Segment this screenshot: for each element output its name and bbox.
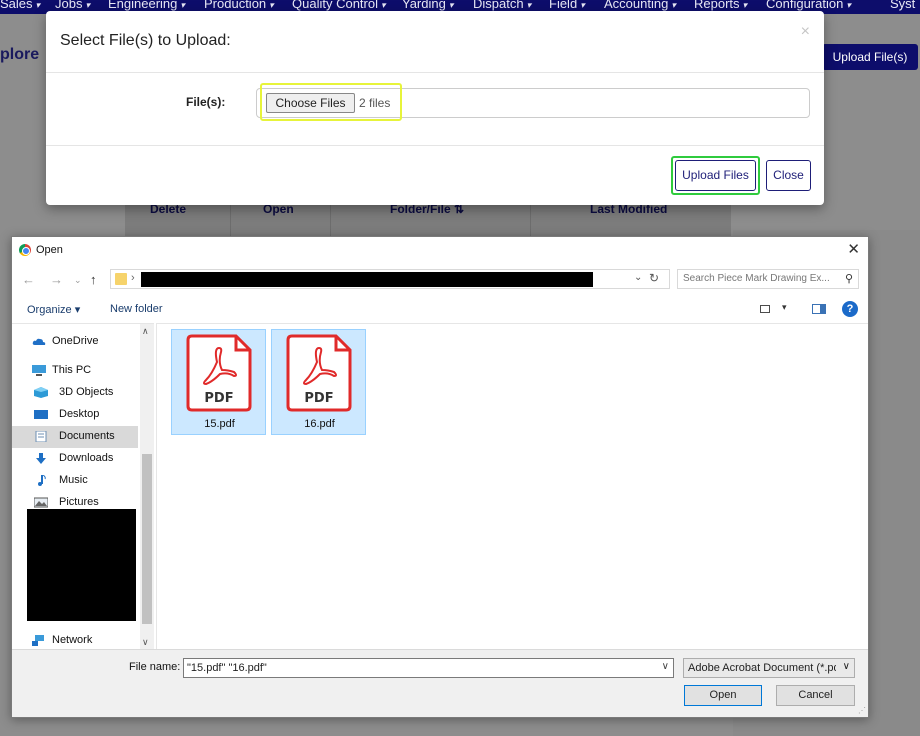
file-type-dropdown-icon[interactable]: ∨ — [843, 661, 850, 672]
folder-icon — [115, 273, 127, 285]
sidebar-item-3d-objects[interactable]: 3D Objects — [12, 382, 138, 404]
upload-modal: Select File(s) to Upload: × File(s): Cho… — [46, 11, 824, 205]
nav-production[interactable]: Production ▾ — [204, 0, 274, 11]
dialog-title: Open — [36, 244, 63, 256]
svg-text:PDF: PDF — [304, 391, 333, 406]
nav-quality-control[interactable]: Quality Control ▾ — [292, 0, 386, 11]
back-arrow-icon[interactable]: ← — [22, 272, 35, 287]
nav-sales[interactable]: Sales ▾ — [0, 0, 40, 11]
nav-reports[interactable]: Reports ▾ — [694, 0, 747, 11]
sidebar-item-label: Network — [52, 634, 93, 646]
cancel-button[interactable]: Cancel — [776, 685, 855, 706]
modal-title: Select File(s) to Upload: — [60, 32, 231, 49]
new-folder-button[interactable]: New folder — [110, 303, 163, 315]
file-name: 15.pdf — [204, 418, 235, 430]
sidebar-item-label: Music — [59, 474, 88, 486]
scroll-thumb[interactable] — [142, 454, 152, 624]
upload-files-button[interactable]: Upload Files — [675, 160, 756, 191]
file-type-value: Adobe Acrobat Document (*.pdf) — [688, 662, 836, 674]
nav-field[interactable]: Field ▾ — [549, 0, 585, 11]
cube-icon — [34, 387, 48, 398]
view-options-icon[interactable] — [760, 305, 770, 313]
sidebar-item-downloads[interactable]: Downloads — [12, 448, 138, 470]
dialog-toolbar: Organize ▾ New folder ▾ ? — [12, 299, 868, 321]
sidebar-item-label: Downloads — [59, 452, 114, 464]
file-name-value: "15.pdf" "16.pdf" — [187, 662, 267, 674]
file-type-select[interactable]: Adobe Acrobat Document (*.pdf) ∨ — [683, 658, 855, 678]
search-icon: ⚲ — [844, 273, 853, 285]
nav-yarding[interactable]: Yarding ▾ — [402, 0, 453, 11]
close-icon[interactable]: × — [801, 23, 810, 41]
page-upload-files-button[interactable]: Upload File(s) — [822, 44, 918, 70]
file-name-dropdown-icon[interactable]: ∨ — [662, 661, 669, 672]
file-item-16-pdf[interactable]: PDF 16.pdf — [271, 329, 366, 435]
svg-text:PDF: PDF — [204, 391, 233, 406]
choose-files-button[interactable]: Choose Files — [266, 93, 355, 113]
page-title: plore — [0, 46, 40, 63]
music-icon — [38, 475, 46, 486]
file-name-label: File name: — [129, 661, 181, 673]
preview-pane-icon[interactable] — [812, 304, 826, 314]
navigation-pane: OneDrive This PC 3D Objects Desktop Docu… — [12, 323, 154, 650]
modal-header: Select File(s) to Upload: × — [46, 11, 824, 73]
refresh-icon[interactable]: ↻ — [649, 271, 659, 285]
network-icon — [32, 635, 44, 646]
sidebar-item-onedrive[interactable]: OneDrive — [12, 331, 138, 353]
search-box[interactable]: Search Piece Mark Drawing Ex... ⚲ — [677, 269, 859, 289]
cloud-icon — [32, 338, 46, 345]
nav-dispatch[interactable]: Dispatch ▾ — [473, 0, 531, 11]
sidebar-item-documents[interactable]: Documents — [12, 426, 138, 448]
documents-icon — [35, 431, 47, 442]
sidebar-item-label: This PC — [52, 364, 92, 376]
sidebar-item-label: Desktop — [59, 408, 100, 420]
up-arrow-icon[interactable]: ↑ — [90, 272, 97, 287]
sidebar-item-label: Documents — [59, 430, 115, 442]
file-item-15-pdf[interactable]: PDF 15.pdf — [171, 329, 266, 435]
file-name-input[interactable]: "15.pdf" "16.pdf" ∨ — [183, 658, 674, 678]
modal-body: File(s): Choose Files 2 files — [46, 73, 824, 146]
open-file-dialog: Open ✕ ← → ⌄ ↑ › ⌄ ↻ Search Piece Mark D… — [11, 236, 869, 718]
file-list-area: PDF 15.pdf PDF 16.pdf — [156, 323, 868, 649]
search-placeholder: Search Piece Mark Drawing Ex... — [683, 273, 830, 284]
address-dropdown-icon[interactable]: ⌄ — [634, 272, 642, 283]
address-bar[interactable]: › ⌄ ↻ — [110, 269, 670, 289]
open-button[interactable]: Open — [684, 685, 762, 706]
download-icon — [36, 453, 46, 464]
scroll-up-icon[interactable]: ∧ — [142, 326, 149, 337]
file-name: 16.pdf — [304, 418, 335, 430]
sidebar-item-label: OneDrive — [52, 335, 99, 347]
nav-accounting[interactable]: Accounting ▾ — [604, 0, 676, 11]
breadcrumb-chevron-icon[interactable]: › — [131, 272, 135, 284]
organize-button[interactable]: Organize ▾ — [27, 303, 80, 316]
sidebar-item-this-pc[interactable]: This PC — [12, 360, 138, 382]
forward-arrow-icon[interactable]: → — [50, 272, 63, 287]
close-button[interactable]: Close — [766, 160, 811, 191]
sidebar-item-label: 3D Objects — [59, 386, 114, 398]
redacted-sidebar-region — [27, 509, 136, 621]
resize-grip-icon[interactable]: ⋰ — [858, 706, 866, 715]
pdf-file-icon: PDF — [286, 334, 352, 412]
view-dropdown-icon[interactable]: ▾ — [782, 302, 787, 313]
recent-dropdown-icon[interactable]: ⌄ — [74, 275, 82, 286]
computer-icon — [32, 365, 46, 376]
file-count: 2 files — [359, 96, 391, 110]
files-label: File(s): — [186, 95, 226, 109]
nav-jobs[interactable]: Jobs ▾ — [55, 0, 90, 11]
sidebar-scrollbar[interactable]: ∧ ∨ — [140, 324, 154, 650]
redacted-path — [141, 272, 593, 287]
pictures-icon — [34, 497, 48, 508]
desktop-icon — [34, 410, 48, 419]
sidebar-item-desktop[interactable]: Desktop — [12, 404, 138, 426]
scroll-down-icon[interactable]: ∨ — [142, 637, 149, 648]
sidebar-item-music[interactable]: Music — [12, 470, 138, 492]
help-icon[interactable]: ? — [842, 301, 858, 317]
chrome-icon — [19, 244, 31, 256]
pdf-file-icon: PDF — [186, 334, 252, 412]
nav-engineering[interactable]: Engineering ▾ — [108, 0, 185, 11]
dialog-footer: File name: "15.pdf" "16.pdf" ∨ Adobe Acr… — [12, 649, 868, 717]
sidebar-item-label: Pictures — [59, 496, 99, 508]
nav-configuration[interactable]: Configuration ▾ — [766, 0, 851, 11]
nav-system[interactable]: Syst — [890, 0, 915, 11]
dialog-close-icon[interactable]: ✕ — [847, 240, 860, 258]
